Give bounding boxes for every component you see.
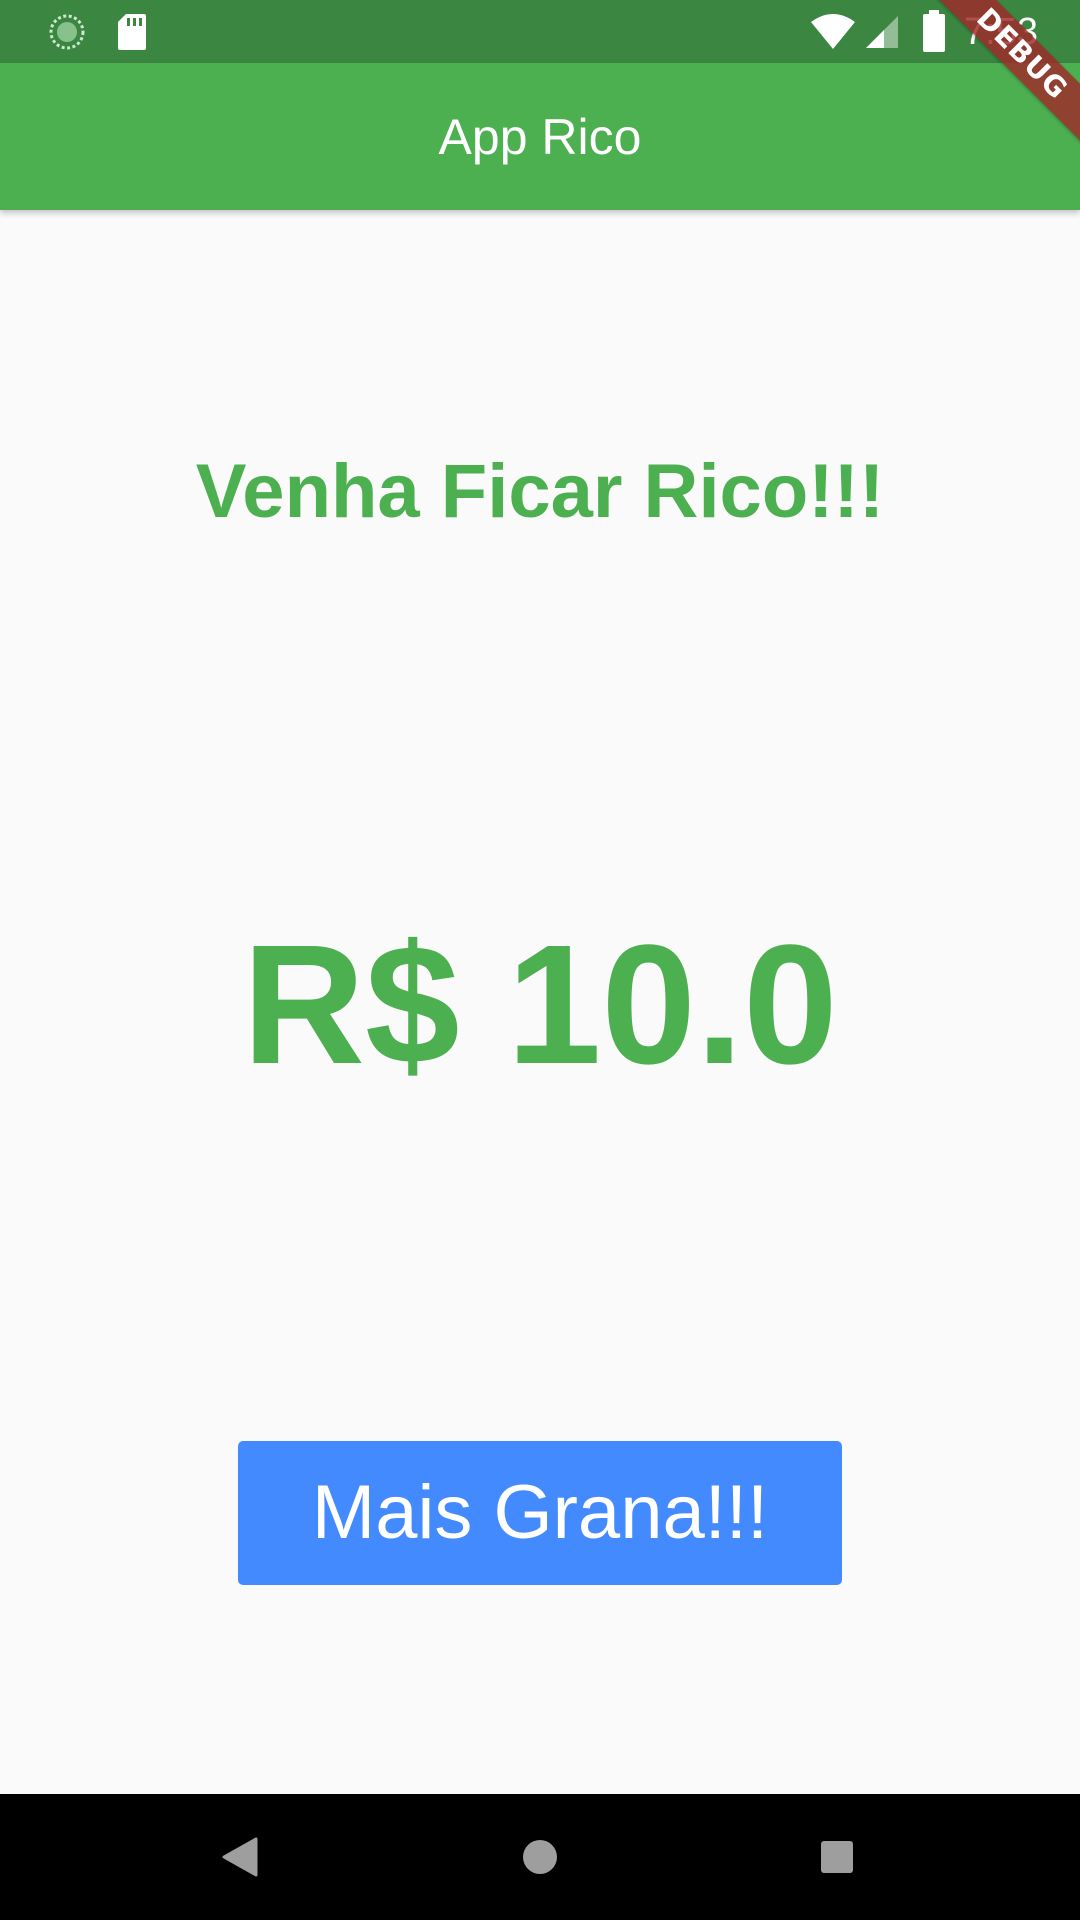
recents-icon[interactable] <box>807 1827 867 1887</box>
status-bar: 7:53 <box>0 0 1080 63</box>
app-bar: App Rico <box>0 63 1080 210</box>
app-title: App Rico <box>438 109 642 165</box>
battery-icon <box>923 10 945 52</box>
sync-icon <box>49 14 85 50</box>
signal-icon <box>866 16 898 48</box>
status-time: 7:53 <box>964 11 1038 53</box>
more-money-button[interactable]: Mais Grana!!! <box>238 1441 842 1585</box>
back-icon[interactable] <box>210 1827 270 1887</box>
headline-text: Venha Ficar Rico!!! <box>195 449 885 534</box>
navigation-bar <box>0 1794 1080 1920</box>
home-icon[interactable] <box>510 1827 570 1887</box>
sd-card-icon <box>118 14 146 50</box>
app-screen: 7:53 App Rico DEBUG Venha Ficar Rico!!! … <box>0 0 1080 1920</box>
wifi-icon <box>811 14 855 49</box>
money-amount: R$ 10.0 <box>242 910 838 1100</box>
